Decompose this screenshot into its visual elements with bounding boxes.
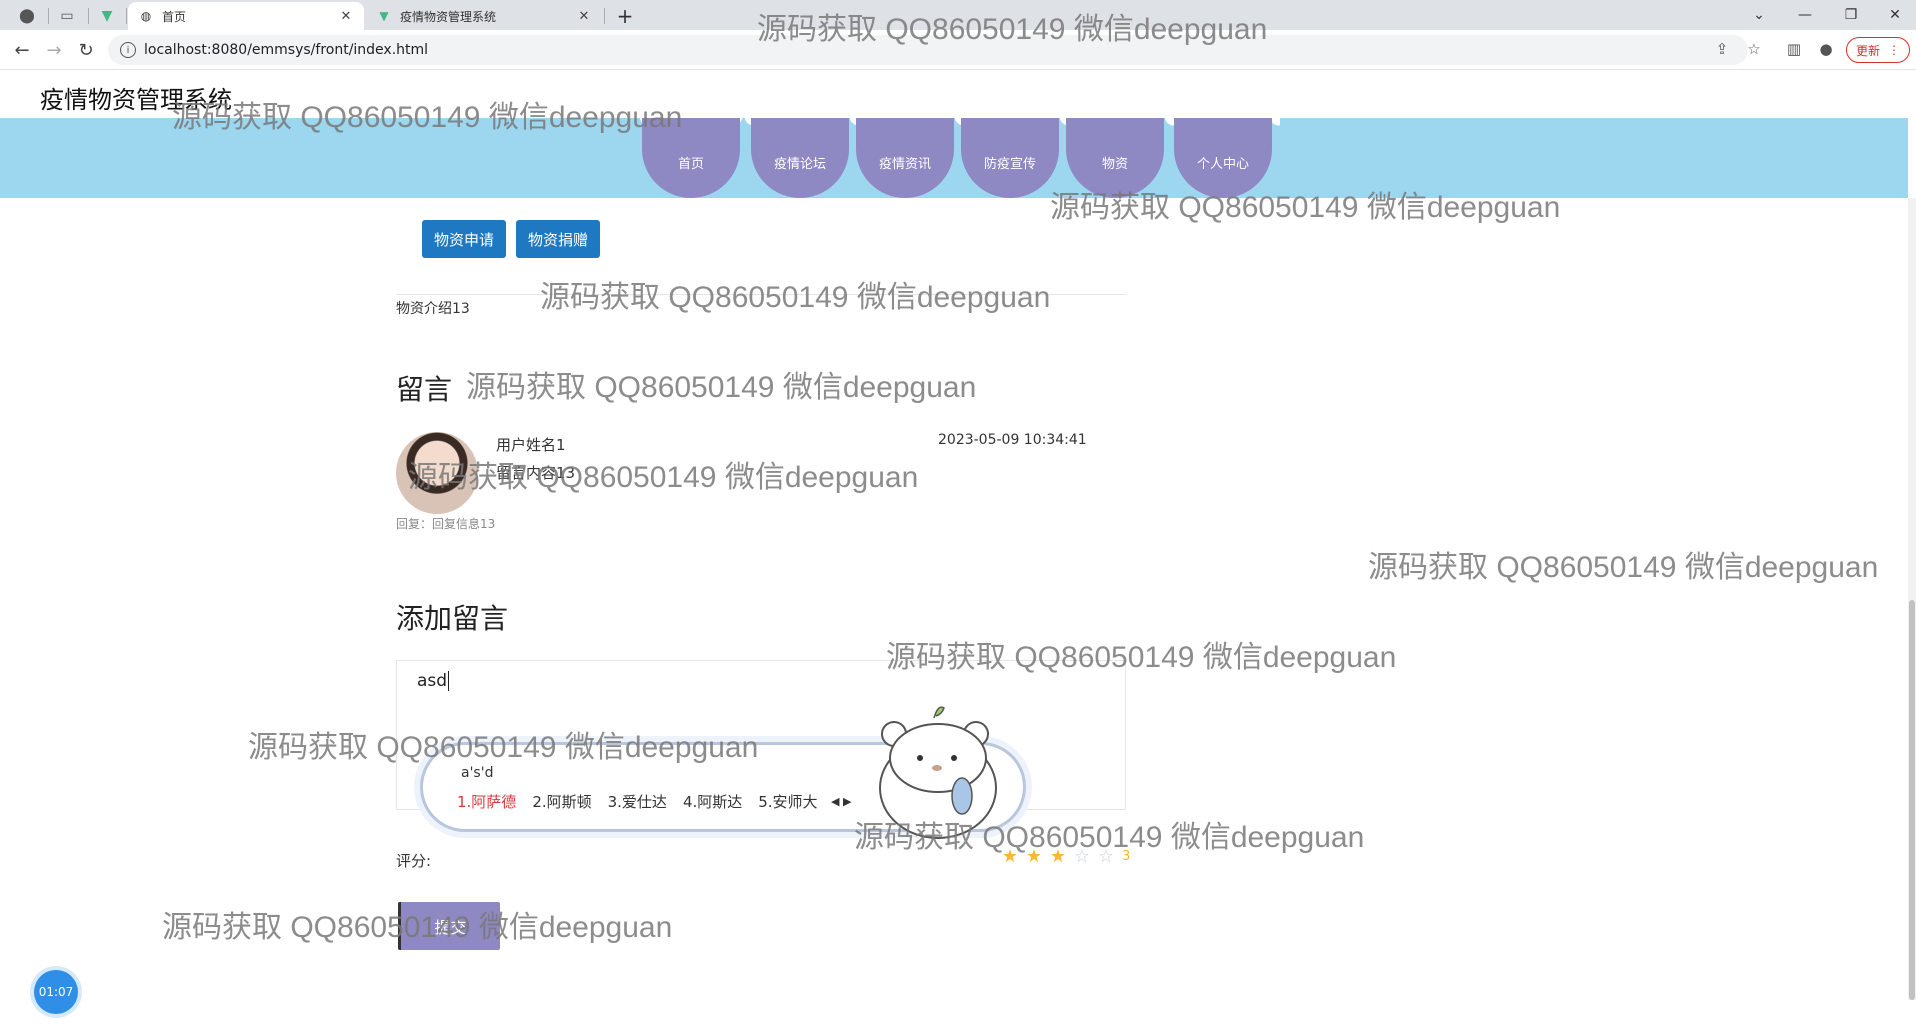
- star-empty-icon[interactable]: ☆: [1070, 846, 1094, 867]
- nav-band: [0, 114, 1908, 198]
- tab-title: 疫情物资管理系统: [400, 9, 497, 24]
- browser-tab-bar: ⬤ ▭ ▼ ◍ 首页 ✕ ▼ 疫情物资管理系统 ✕ + ⌄ — ❐ ✕: [0, 0, 1916, 30]
- forward-arrow-icon[interactable]: →: [40, 36, 68, 64]
- ime-composition: a's'd: [461, 765, 494, 781]
- profile-icon[interactable]: ●: [1814, 37, 1838, 61]
- site-info-icon[interactable]: i: [120, 42, 136, 58]
- star-icon[interactable]: ★: [1046, 846, 1070, 867]
- tab-search-button[interactable]: ⌄: [1736, 0, 1782, 30]
- scrollbar-thumb[interactable]: [1909, 600, 1915, 1000]
- donate-supply-button[interactable]: 物资捐赠: [516, 220, 600, 258]
- url-text[interactable]: localhost:8080/emmsys/front/index.html: [144, 42, 428, 58]
- side-panel-icon[interactable]: ▥: [1782, 37, 1806, 61]
- window-close-button[interactable]: ✕: [1872, 0, 1916, 30]
- tab-emmsys[interactable]: ▼ 疫情物资管理系统 ✕: [366, 2, 602, 30]
- pinned-tab-blank-icon[interactable]: ▭: [52, 4, 82, 28]
- pinned-tab-vue-icon[interactable]: ▼: [92, 4, 122, 28]
- browser-toolbar: ← → ↻ i localhost:8080/emmsys/front/inde…: [0, 30, 1916, 70]
- new-tab-button[interactable]: +: [612, 3, 638, 29]
- ime-page-arrows[interactable]: ◀ ▶: [831, 795, 851, 808]
- comment-reply: 回复：回复信息13: [396, 517, 496, 531]
- ime-candidate[interactable]: 1.阿萨德: [457, 791, 516, 812]
- ime-candidate-list: 1.阿萨德 2.阿斯顿 3.爱仕达 4.阿斯达 5.安师大: [457, 791, 834, 812]
- ime-candidate[interactable]: 3.爱仕达: [608, 791, 667, 812]
- ime-candidate[interactable]: 2.阿斯顿: [532, 791, 591, 812]
- tab-home[interactable]: ◍ 首页 ✕: [128, 2, 364, 30]
- watermark: 源码获取 QQ86050149 微信deepguan: [1368, 551, 1879, 584]
- divider: [396, 294, 1126, 295]
- rating-stars[interactable]: ★ ★ ★ ☆ ☆ 3: [998, 846, 1130, 867]
- globe-icon: ◍: [140, 9, 152, 23]
- star-icon[interactable]: ★: [1022, 846, 1046, 867]
- submit-button[interactable]: 提交: [398, 902, 500, 950]
- rating-value: 3: [1122, 849, 1131, 864]
- share-icon[interactable]: ⇪: [1710, 37, 1734, 61]
- ime-candidate[interactable]: 5.安师大: [758, 791, 817, 812]
- avatar: [396, 432, 478, 514]
- apply-supply-button[interactable]: 物资申请: [422, 220, 506, 258]
- minimize-button[interactable]: —: [1782, 0, 1828, 30]
- vue-icon: ▼: [379, 9, 389, 23]
- text-caret: [448, 671, 450, 691]
- restore-button[interactable]: ❐: [1828, 0, 1874, 30]
- recording-timer: 01:07: [34, 970, 78, 1014]
- star-icon[interactable]: ★: [998, 846, 1022, 867]
- ime-candidate[interactable]: 4.阿斯达: [683, 791, 742, 812]
- comment-input-value: asd: [417, 671, 448, 691]
- tab-divider: [126, 8, 127, 24]
- watermark: 源码获取 QQ86050149 微信deepguan: [466, 371, 977, 404]
- rating-label: 评分:: [396, 852, 432, 870]
- update-label: 更新: [1855, 43, 1880, 58]
- reload-icon[interactable]: ↻: [72, 36, 100, 64]
- close-icon[interactable]: ✕: [338, 8, 354, 24]
- site-title: 疫情物资管理系统: [40, 86, 232, 114]
- comment-content: 留言内容13: [496, 464, 576, 482]
- back-arrow-icon[interactable]: ←: [8, 36, 36, 64]
- supply-intro: 物资介绍13: [396, 301, 470, 317]
- pinned-tab-github-icon[interactable]: ⬤: [12, 4, 42, 28]
- tab-title: 首页: [162, 9, 187, 24]
- more-menu-icon: ⋮: [1888, 43, 1900, 57]
- comments-title: 留言: [396, 373, 453, 406]
- address-bar[interactable]: i localhost:8080/emmsys/front/index.html: [108, 35, 1748, 65]
- tab-divider: [604, 8, 605, 24]
- comment-user: 用户姓名1: [496, 436, 566, 454]
- tab-divider: [48, 8, 49, 24]
- star-empty-icon[interactable]: ☆: [1094, 846, 1118, 867]
- watermark: 源码获取 QQ86050149 微信deepguan: [408, 461, 919, 494]
- ime-bear-mascot-icon: [879, 706, 997, 839]
- add-comment-title: 添加留言: [396, 602, 509, 635]
- update-button[interactable]: 更新 ⋮: [1846, 37, 1910, 63]
- tab-divider: [88, 8, 89, 24]
- bookmark-star-icon[interactable]: ☆: [1742, 37, 1766, 61]
- close-icon[interactable]: ✕: [576, 8, 592, 24]
- comment-time: 2023-05-09 10:34:41: [938, 432, 1087, 448]
